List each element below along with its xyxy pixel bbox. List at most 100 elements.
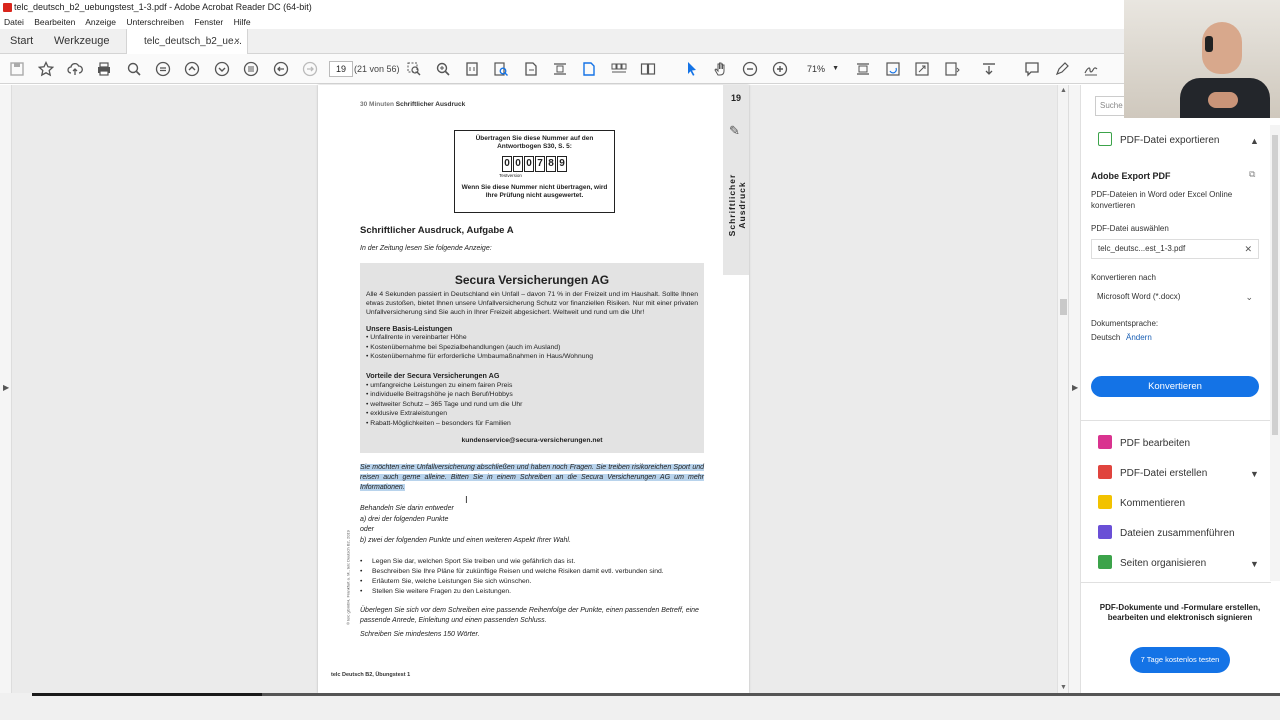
zoom-level-select[interactable]: 71% ▼	[797, 61, 843, 77]
page-list-icon[interactable]	[242, 60, 260, 78]
previous-page-icon[interactable]	[183, 60, 201, 78]
list-item: Stellen Sie weitere Fragen zu den Leistu…	[360, 587, 664, 597]
chevron-up-icon[interactable]: ▲	[1250, 133, 1259, 149]
fit-page-icon[interactable]	[463, 60, 481, 78]
digit: 0	[513, 156, 523, 172]
free-trial-button[interactable]: 7 Tage kostenlos testen	[1130, 647, 1230, 673]
test-number-digits: 0 0 0 7 8 9	[455, 156, 614, 172]
selected-task-text[interactable]: Sie möchten eine Unfallversicherung absc…	[360, 464, 704, 491]
hand-tool-icon[interactable]	[712, 60, 730, 78]
organize-pages-icon	[1098, 555, 1112, 570]
tool-kommentieren[interactable]: Kommentieren	[1098, 495, 1186, 512]
expand-left-panel-icon[interactable]: ▶	[3, 383, 9, 392]
next-page-icon[interactable]	[213, 60, 231, 78]
tool-pdf-erstellen[interactable]: PDF-Datei erstellen ▼	[1098, 465, 1259, 482]
select-cursor-icon[interactable]	[683, 60, 701, 78]
tools-pane-scrollbar[interactable]	[1270, 125, 1280, 581]
tool-pdf-bearbeiten[interactable]: PDF bearbeiten	[1098, 435, 1190, 452]
tab-document-label: telc_deutsch_b2_ue...	[144, 36, 242, 47]
export-pdf-header[interactable]: PDF-Datei exportieren ▲	[1098, 132, 1259, 149]
scroll-mode-icon[interactable]	[154, 60, 172, 78]
close-tab-icon[interactable]: ×	[234, 29, 240, 54]
find-text-icon[interactable]	[492, 60, 510, 78]
scroll-up-icon[interactable]: ▲	[1060, 87, 1067, 94]
main-toolbar: 19 (21 von 56) 71% ▼	[0, 54, 1280, 84]
tool-label: Kommentieren	[1120, 498, 1186, 509]
pdf-page[interactable]: 30 Minuten Schriftlicher Ausdruck 19 ✎ S…	[318, 85, 749, 693]
headset-icon	[1205, 36, 1213, 52]
format-select[interactable]: Microsoft Word (*.docx) ⌄	[1091, 288, 1259, 308]
rotate-icon[interactable]	[884, 60, 902, 78]
section-title: Schriftlicher Ausdruck, Aufgabe A	[360, 225, 514, 236]
sign-icon[interactable]	[1082, 60, 1100, 78]
scroll-down-icon[interactable]: ▼	[1060, 684, 1067, 691]
create-pdf-icon[interactable]	[580, 60, 598, 78]
save-icon[interactable]	[8, 60, 26, 78]
organize-icon[interactable]	[610, 60, 628, 78]
list-item: weltweiter Schutz – 365 Tage und rund um…	[366, 400, 698, 410]
zoom-in-icon[interactable]	[771, 60, 789, 78]
left-nav-strip[interactable]: ▶	[0, 85, 12, 693]
ad-email: kundenservice@secura-versicherungen.net	[461, 436, 603, 444]
right-panel-collapse-strip[interactable]: ▶	[1068, 85, 1080, 693]
menu-anzeige[interactable]: Anzeige	[85, 17, 116, 27]
page-display-icon[interactable]	[943, 60, 961, 78]
clear-file-icon[interactable]: ✕	[1244, 240, 1252, 258]
marquee-zoom-icon[interactable]	[405, 60, 423, 78]
fit-width-icon[interactable]	[854, 60, 872, 78]
selected-file-name: telc_deutsc...est_1-3.pdf	[1098, 244, 1186, 253]
selected-file-field[interactable]: telc_deutsc...est_1-3.pdf ✕	[1091, 239, 1259, 259]
print-icon[interactable]	[95, 60, 113, 78]
menu-unterschreiben[interactable]: Unterschreiben	[126, 17, 184, 27]
numbox-warning: Wenn Sie diese Nummer nicht übertragen, …	[461, 184, 608, 199]
digit: 7	[535, 156, 545, 172]
tool-seiten-organisieren[interactable]: Seiten organisieren ▼	[1098, 555, 1259, 572]
advertisement-box: Secura Versicherungen AG Alle 4 Sekunden…	[360, 263, 704, 453]
menu-datei[interactable]: Datei	[4, 17, 24, 27]
export-page-icon[interactable]	[522, 60, 540, 78]
convert-button[interactable]: Konvertieren	[1091, 376, 1259, 397]
choice-line: oder	[360, 526, 375, 533]
task-description[interactable]: Sie möchten eine Unfallversicherung absc…	[360, 463, 704, 493]
zoom-out-icon[interactable]	[741, 60, 759, 78]
download-icon[interactable]	[980, 60, 998, 78]
forward-arrow-icon[interactable]	[301, 60, 319, 78]
two-page-view-icon[interactable]	[639, 60, 657, 78]
menu-bar: Datei Bearbeiten Anzeige Unterschreiben …	[0, 15, 1280, 29]
full-screen-icon[interactable]	[913, 60, 931, 78]
format-select-value: Microsoft Word (*.docx)	[1097, 292, 1181, 301]
document-scrollbar[interactable]: ▲ ▼	[1057, 85, 1068, 693]
list-item: Erläutern Sie, welche Leistungen Sie sic…	[360, 577, 664, 587]
upload-cloud-icon[interactable]	[66, 60, 84, 78]
tab-werkzeuge[interactable]: Werkzeuge	[54, 29, 109, 54]
change-language-link[interactable]: Ändern	[1126, 333, 1152, 342]
zoom-tool-icon[interactable]	[434, 60, 452, 78]
menu-hilfe[interactable]: Hilfe	[234, 17, 251, 27]
scroll-thumb[interactable]	[1272, 135, 1278, 435]
menu-fenster[interactable]: Fenster	[194, 17, 223, 27]
ad-vorteile-title: Vorteile der Secura Versicherungen AG	[366, 370, 500, 380]
adobe-export-title: Adobe Export PDF	[1091, 171, 1171, 181]
bookmark-star-icon[interactable]	[37, 60, 55, 78]
list-item: Unfallrente in vereinbarter Höhe	[366, 333, 698, 343]
tool-dateien-zusammenfuehren[interactable]: Dateien zusammenführen	[1098, 525, 1235, 542]
collapse-right-panel-icon[interactable]: ▶	[1072, 383, 1078, 392]
ad-basis-title: Unsere Basis-Leistungen	[366, 323, 453, 333]
compare-icon[interactable]	[551, 60, 569, 78]
list-item: Kostenübernahme bei Spezialbehandlungen …	[366, 343, 698, 353]
search-zoom-icon[interactable]	[125, 60, 143, 78]
list-item: umfangreiche Leistungen zu einem fairen …	[366, 381, 698, 391]
menu-bearbeiten[interactable]: Bearbeiten	[34, 17, 75, 27]
comment-icon[interactable]	[1023, 60, 1041, 78]
scroll-thumb[interactable]	[1060, 299, 1067, 315]
copy-icon[interactable]: ⧉	[1249, 169, 1255, 180]
tab-document[interactable]: telc_deutsch_b2_ue... ×	[126, 29, 248, 55]
page-number-input[interactable]: 19	[329, 61, 353, 77]
taskbar-strip	[32, 693, 262, 696]
chevron-down-icon[interactable]: ▼	[1250, 466, 1259, 482]
chevron-down-icon[interactable]: ▼	[1250, 556, 1259, 572]
tab-start[interactable]: Start	[10, 29, 33, 54]
page-footer: telc Deutsch B2, Übungstest 1	[331, 672, 411, 678]
highlight-pen-icon[interactable]	[1053, 60, 1071, 78]
back-arrow-icon[interactable]	[272, 60, 290, 78]
